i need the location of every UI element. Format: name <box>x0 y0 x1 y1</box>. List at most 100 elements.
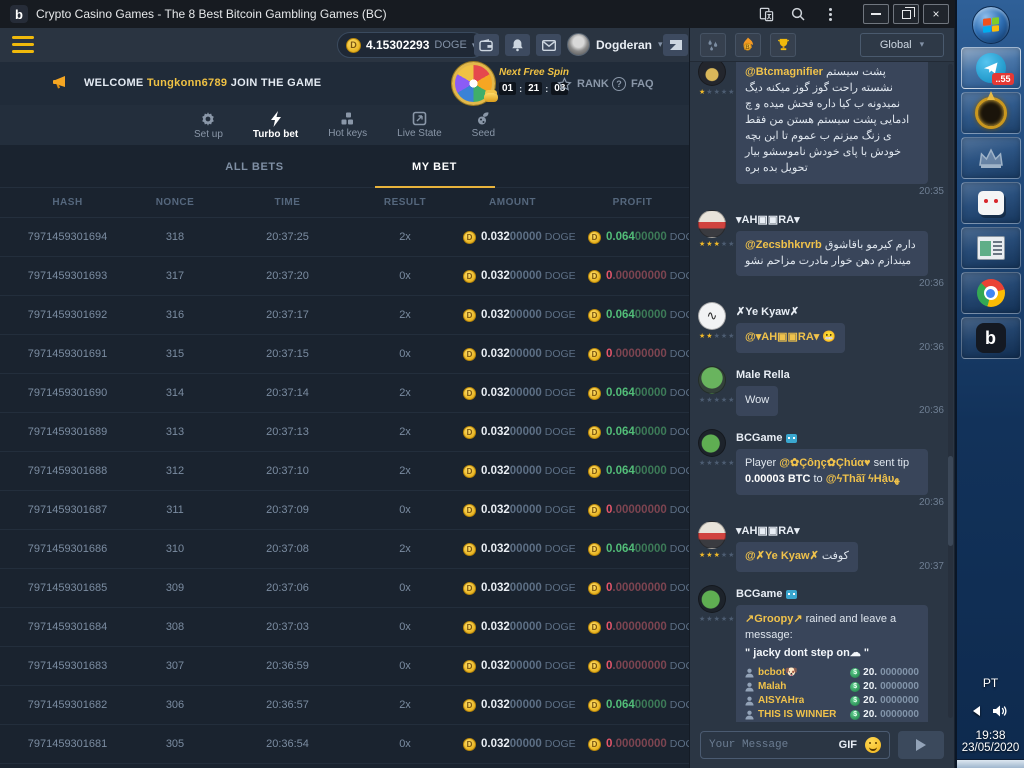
wallet-button[interactable] <box>474 34 499 56</box>
faq-link[interactable]: ? FAQ <box>612 62 654 105</box>
welcome-username: Tungkonn6789 <box>147 77 227 89</box>
send-button[interactable] <box>898 731 944 759</box>
balance-currency: DOGE <box>434 39 466 51</box>
settings-item-setup[interactable]: Set up <box>194 111 223 140</box>
volume-icon[interactable] <box>992 704 1008 718</box>
recipient-name[interactable]: Malah <box>758 680 786 695</box>
balance-selector[interactable]: D 4.15302293 DOGE ▾ <box>337 32 485 58</box>
username[interactable]: BCGame <box>736 432 946 444</box>
language-indicator[interactable]: PT <box>983 676 998 690</box>
taskbar-app-conquer-game[interactable] <box>961 92 1021 134</box>
avatar[interactable] <box>698 366 726 394</box>
taskbar-app-chrome[interactable] <box>961 272 1021 314</box>
user-menu[interactable]: Dogderan ▾ <box>567 33 663 56</box>
messages-button[interactable] <box>536 34 561 56</box>
avatar[interactable] <box>698 210 726 238</box>
tab-all-bets[interactable]: ALL BETS <box>195 161 315 188</box>
settings-item-live-state[interactable]: Live State <box>397 111 441 139</box>
chat-toggle-button[interactable] <box>663 34 688 56</box>
show-desktop-button[interactable] <box>957 759 1024 768</box>
close-button[interactable]: × <box>923 4 949 24</box>
person-icon <box>745 710 754 720</box>
translate-icon[interactable] <box>757 5 775 23</box>
chat-scrollbar[interactable] <box>948 64 953 718</box>
mention[interactable]: @✿Çôŋç✿Çhúα♥ <box>779 457 870 469</box>
table-row[interactable]: 797145930169031420:37:142xD0.03200000DOG… <box>0 374 689 413</box>
mention[interactable]: @Zecsbhkrvrb <box>745 239 822 251</box>
recipient-name[interactable]: bcbot🐶 <box>758 666 798 681</box>
gif-button[interactable]: GIF <box>839 739 857 751</box>
username[interactable]: ▾AH▣▣RA▾ <box>736 524 946 537</box>
avatar[interactable] <box>698 585 726 613</box>
hash-cell: 7971459301694 <box>0 231 135 243</box>
username[interactable]: BCGame <box>736 588 946 600</box>
mention[interactable]: @ϟThãĩ ϟHậυﻬ <box>826 473 900 485</box>
hash-cell: 7971459301689 <box>0 426 135 438</box>
emoji-button[interactable] <box>865 737 881 753</box>
minimize-button[interactable] <box>863 4 889 24</box>
table-row[interactable]: 797145930168430820:37:030xD0.03200000DOG… <box>0 608 689 647</box>
rain-button[interactable] <box>700 33 726 57</box>
settings-item-turbo-bet[interactable]: Turbo bet <box>253 111 298 140</box>
table-row[interactable]: 797145930168731120:37:090xD0.03200000DOG… <box>0 491 689 530</box>
recipient-name[interactable]: THIS IS WINNER <box>758 708 836 722</box>
show-hidden-icons[interactable] <box>973 706 980 716</box>
star-icon: ★ <box>706 460 712 467</box>
chat-message: ★★★★★@Btcmagnifier پشت سیستم نشسته راحت … <box>698 62 946 197</box>
table-row[interactable]: 797145930169231620:37:172xD0.03200000DOG… <box>0 296 689 335</box>
taskbar-app-app-window[interactable] <box>961 227 1021 269</box>
user-avatar <box>567 33 590 56</box>
avatar[interactable] <box>698 429 726 457</box>
taskbar-app-bcgame[interactable]: b <box>961 317 1021 359</box>
recipient-name[interactable]: AISYAHra <box>758 694 804 709</box>
tab-my-bet[interactable]: MY BET <box>375 161 495 188</box>
table-row[interactable]: 797145930168831220:37:102xD0.03200000DOG… <box>0 452 689 491</box>
table-row[interactable]: 797145930168330720:36:590xD0.03200000DOG… <box>0 647 689 686</box>
username[interactable]: ✗Ye Kyaw✗ <box>736 305 946 318</box>
chat-channel-select[interactable]: Global▾ <box>860 33 944 57</box>
mention[interactable]: @✗Ye Kyaw✗ <box>745 550 819 562</box>
taskbar-app-telegram[interactable]: ..55 <box>961 47 1021 89</box>
clock-date[interactable]: 23/05/2020 <box>962 742 1020 754</box>
mention[interactable]: ↗Groopy↗ <box>745 613 803 625</box>
chat-message: ★★★★★BCGame↗Groopy↗ rained and leave a m… <box>698 585 946 722</box>
notifications-button[interactable] <box>505 34 530 56</box>
search-icon[interactable] <box>789 5 807 23</box>
table-row[interactable]: 797145930168931320:37:132xD0.03200000DOG… <box>0 413 689 452</box>
star-rating: ★★★★★ <box>699 460 734 467</box>
table-row[interactable]: 797145930168631020:37:082xD0.03200000DOG… <box>0 530 689 569</box>
browser-menu-icon[interactable] <box>821 5 839 23</box>
spin-wheel-icon[interactable] <box>452 62 495 105</box>
taskbar-app-dice-bot[interactable] <box>961 182 1021 224</box>
person-icon <box>745 696 754 706</box>
dice-bot-icon <box>978 191 1004 215</box>
avatar[interactable] <box>698 62 726 86</box>
settings-item-seed[interactable]: Seed <box>472 111 495 139</box>
table-row[interactable]: 797145930169331720:37:200xD0.03200000DOG… <box>0 257 689 296</box>
bonus-button[interactable]: B <box>735 33 761 57</box>
username[interactable]: ▾AH▣▣RA▾ <box>736 213 946 226</box>
clock-time[interactable]: 19:38 <box>975 728 1005 742</box>
avatar[interactable]: ∿ <box>698 302 726 330</box>
chat-message-input[interactable]: Your Message GIF <box>700 731 890 759</box>
table-row[interactable]: 797145930169431820:37:252xD0.03200000DOG… <box>0 218 689 257</box>
username[interactable]: Male Rella <box>736 369 946 381</box>
avatar[interactable] <box>698 521 726 549</box>
mention[interactable]: @Btcmagnifier <box>745 66 823 78</box>
rank-link[interactable]: RANK <box>557 62 609 105</box>
green-coin-icon: $ <box>850 696 860 706</box>
mention[interactable]: @▾AH▣▣RA▾ <box>745 331 819 343</box>
table-row[interactable]: 797145930168530920:37:060xD0.03200000DOG… <box>0 569 689 608</box>
table-row[interactable]: 797145930169131520:37:150xD0.03200000DOG… <box>0 335 689 374</box>
settings-item-hot-keys[interactable]: Hot keys <box>328 111 367 139</box>
restore-button[interactable] <box>893 4 919 24</box>
table-row[interactable]: 797145930168230620:36:572xD0.03200000DOG… <box>0 686 689 725</box>
hash-cell: 7971459301682 <box>0 699 135 711</box>
menu-hamburger-icon[interactable] <box>12 36 34 53</box>
start-button[interactable] <box>972 6 1010 44</box>
doge-coin-icon: D <box>588 621 601 634</box>
taskbar-app-crown-app[interactable] <box>961 137 1021 179</box>
contest-button[interactable] <box>770 33 796 57</box>
table-row[interactable]: 797145930168130520:36:540xD0.03200000DOG… <box>0 725 689 764</box>
star-rating: ★★★★★ <box>699 241 734 248</box>
